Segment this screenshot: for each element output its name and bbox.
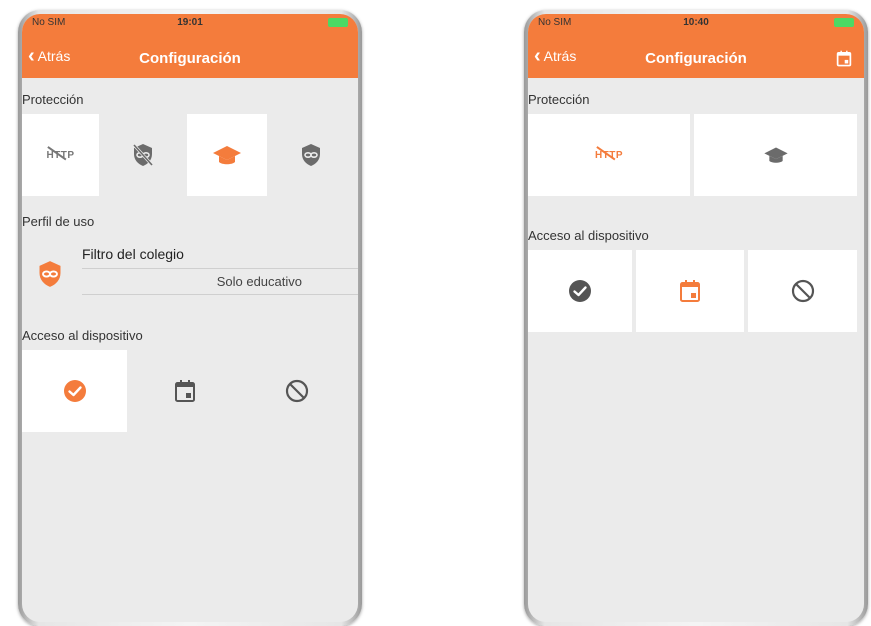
calendar-icon	[836, 50, 852, 67]
page-title: Configuración	[139, 50, 241, 67]
protection-option-education[interactable]	[694, 114, 857, 196]
divider	[82, 268, 358, 269]
section-label-protection: Protección	[528, 92, 590, 107]
calendar-icon	[175, 380, 195, 402]
access-option-allow[interactable]	[528, 250, 632, 332]
nav-bar: No SIM 19:01 ‹ Atrás Configuración	[22, 14, 358, 78]
check-circle-icon	[63, 380, 86, 402]
protection-option-education[interactable]	[187, 114, 267, 196]
status-bar: No SIM 19:01	[22, 14, 358, 32]
profile-avatar	[36, 258, 64, 295]
shield-infinity-icon	[39, 261, 61, 287]
status-time: 10:40	[683, 17, 709, 28]
profile-mode[interactable]: Solo educativo	[82, 274, 302, 289]
access-option-block[interactable]	[748, 250, 857, 332]
block-icon	[791, 279, 814, 303]
shield-infinity-icon	[302, 144, 320, 166]
screen-left: No SIM 19:01 ‹ Atrás Configuración Prote…	[22, 14, 358, 622]
section-label-profile: Perfil de uso	[22, 214, 95, 229]
section-label-access: Acceso al dispositivo	[528, 228, 649, 243]
protection-option-infinity[interactable]	[271, 114, 351, 196]
protection-option-shield-blocked[interactable]	[103, 114, 183, 196]
shield-blocked-icon	[132, 143, 154, 167]
http-blocked-icon: HTTP	[46, 145, 74, 161]
access-option-schedule[interactable]	[636, 250, 744, 332]
phone-frame-right: No SIM 10:40 ‹ Atrás Configuración Prote…	[524, 10, 868, 626]
battery-icon	[834, 18, 854, 27]
calendar-icon	[680, 280, 700, 302]
divider	[82, 294, 358, 295]
section-label-protection: Protección	[22, 92, 84, 107]
section-label-access: Acceso al dispositivo	[22, 328, 143, 343]
http-blocked-icon: HTTP	[595, 145, 623, 161]
protection-option-http[interactable]: HTTP	[528, 114, 690, 196]
status-time: 19:01	[177, 17, 203, 28]
check-circle-icon	[569, 280, 591, 302]
page-title: Configuración	[645, 50, 747, 67]
protection-option-http[interactable]: HTTP	[22, 114, 99, 196]
access-option-allow[interactable]	[22, 350, 127, 432]
battery-icon	[328, 18, 348, 27]
access-option-schedule[interactable]	[131, 350, 239, 432]
nav-calendar-button[interactable]	[836, 50, 852, 72]
phone-frame-left: No SIM 19:01 ‹ Atrás Configuración Prote…	[18, 10, 362, 626]
screen-right: No SIM 10:40 ‹ Atrás Configuración Prote…	[528, 14, 864, 622]
access-option-block[interactable]	[243, 350, 351, 432]
graduation-cap-icon	[763, 147, 788, 163]
block-icon	[285, 379, 309, 403]
graduation-cap-icon	[213, 146, 241, 165]
status-bar: No SIM 10:40	[528, 14, 864, 32]
nav-bar: No SIM 10:40 ‹ Atrás Configuración	[528, 14, 864, 78]
profile-name[interactable]: Filtro del colegio	[82, 246, 184, 262]
